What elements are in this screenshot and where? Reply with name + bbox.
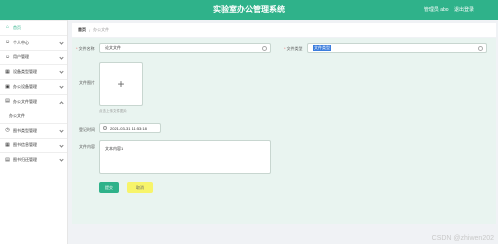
sidebar-item-label: 首页 [13, 24, 21, 30]
content-textarea[interactable]: 文本内容1 [99, 140, 271, 174]
sidebar-item-label: 设备类型管理 [13, 69, 37, 75]
chevron-down-icon [59, 157, 64, 162]
sidebar-item-label: 办公设备管理 [13, 84, 37, 90]
breadcrumb: 首页 / 办公文件 [72, 23, 496, 37]
sidebar-item-books[interactable]: ▦ 图书信息管理 [0, 137, 67, 153]
watermark: CSDN @zhiwen202 [431, 235, 494, 242]
chevron-down-icon [59, 54, 64, 60]
chevron-down-icon [59, 40, 64, 45]
breadcrumb-current: 办公文件 [93, 27, 110, 32]
grid-icon: ▦ [5, 141, 10, 148]
submit-button[interactable]: 提交 [99, 182, 119, 193]
sidebar-item-label: 个人中心 [13, 39, 29, 45]
sidebar-item-users[interactable]: ☺ 用户管理 [0, 49, 67, 65]
header-user-area: 管理员 abo 退出登录 [420, 6, 474, 13]
file-name-input[interactable]: 论文文件 [99, 43, 271, 53]
file-name-label: *文件名称 [76, 46, 95, 51]
file-type-label: *文件类型 [284, 46, 303, 51]
sidebar-subitem-office-files[interactable]: 办公文件 [0, 109, 67, 123]
sidebar-subitem-label: 办公文件 [9, 112, 25, 118]
file-icon: ▤ [5, 98, 10, 105]
date-label: 登记时间 [79, 127, 95, 132]
sidebar: ⌂ 首页 ☺ 个人中心 ☺ 用户管理 ▦ 设备类型管理 ▣ 办公设备管理 ▤ 办… [0, 20, 68, 244]
sidebar-item-profile[interactable]: ☺ 个人中心 [0, 34, 67, 50]
sidebar-item-book-types[interactable]: ◷ 图书类型管理 [0, 122, 67, 138]
breadcrumb-separator: / [89, 27, 91, 33]
users-icon: ☺ [5, 53, 11, 60]
sidebar-item-label: 办公文件管理 [13, 98, 37, 104]
sidebar-item-label: 图书信息管理 [13, 142, 37, 148]
doc-icon: ▤ [5, 156, 10, 163]
file-type-input[interactable]: 文件类型 [307, 43, 487, 53]
clear-icon [478, 46, 483, 51]
user-label: 管理员 abo [423, 7, 449, 13]
chevron-down-icon [59, 69, 64, 75]
file-image-label: 文件图片 [79, 80, 95, 85]
sidebar-item-book-returns[interactable]: ▤ 图书归还管理 [0, 152, 67, 167]
upload-hint: 点击上传文件图片 [99, 109, 127, 113]
logout-link[interactable]: 退出登录 [454, 7, 474, 13]
sidebar-item-label: 用户管理 [13, 54, 29, 60]
home-icon: ⌂ [5, 24, 10, 31]
required-marker: * [76, 46, 78, 51]
sidebar-item-label: 图书类型管理 [13, 127, 37, 133]
form-panel: *文件名称 论文文件 *文件类型 文件类型 文件图片 + 点击上传文件图片 登记… [72, 38, 496, 224]
chevron-up-icon [59, 101, 64, 106]
grid-icon: ▦ [5, 68, 10, 75]
clear-icon [262, 46, 267, 51]
main-content: 首页 / 办公文件 *文件名称 论文文件 *文件类型 文件类型 文件图片 + 点… [70, 20, 498, 244]
top-header: 实验室办公管理系统 管理员 abo 退出登录 [0, 0, 498, 20]
sidebar-item-label: 图书归还管理 [13, 157, 37, 163]
sidebar-item-device-types[interactable]: ▦ 设备类型管理 [0, 64, 67, 79]
chevron-down-icon [59, 128, 64, 133]
breadcrumb-home[interactable]: 首页 [78, 27, 86, 33]
sidebar-item-devices[interactable]: ▣ 办公设备管理 [0, 79, 67, 94]
cancel-button[interactable]: 取消 [127, 182, 153, 193]
sidebar-item-files[interactable]: ▤ 办公文件管理 [0, 93, 67, 109]
date-input[interactable]: 2021-03-31 11:53:18 [99, 123, 161, 133]
required-marker: * [284, 46, 286, 51]
clock-icon [103, 126, 107, 130]
content-label: 文件内容 [79, 144, 95, 149]
sidebar-item-home[interactable]: ⌂ 首页 [0, 20, 67, 35]
clock-icon: ◷ [5, 127, 10, 134]
user-icon: ☺ [5, 39, 11, 46]
device-icon: ▣ [5, 83, 10, 90]
image-upload-box[interactable]: + [99, 62, 143, 106]
chevron-down-icon [59, 84, 64, 89]
chevron-down-icon [59, 142, 64, 148]
plus-icon: + [117, 77, 125, 91]
